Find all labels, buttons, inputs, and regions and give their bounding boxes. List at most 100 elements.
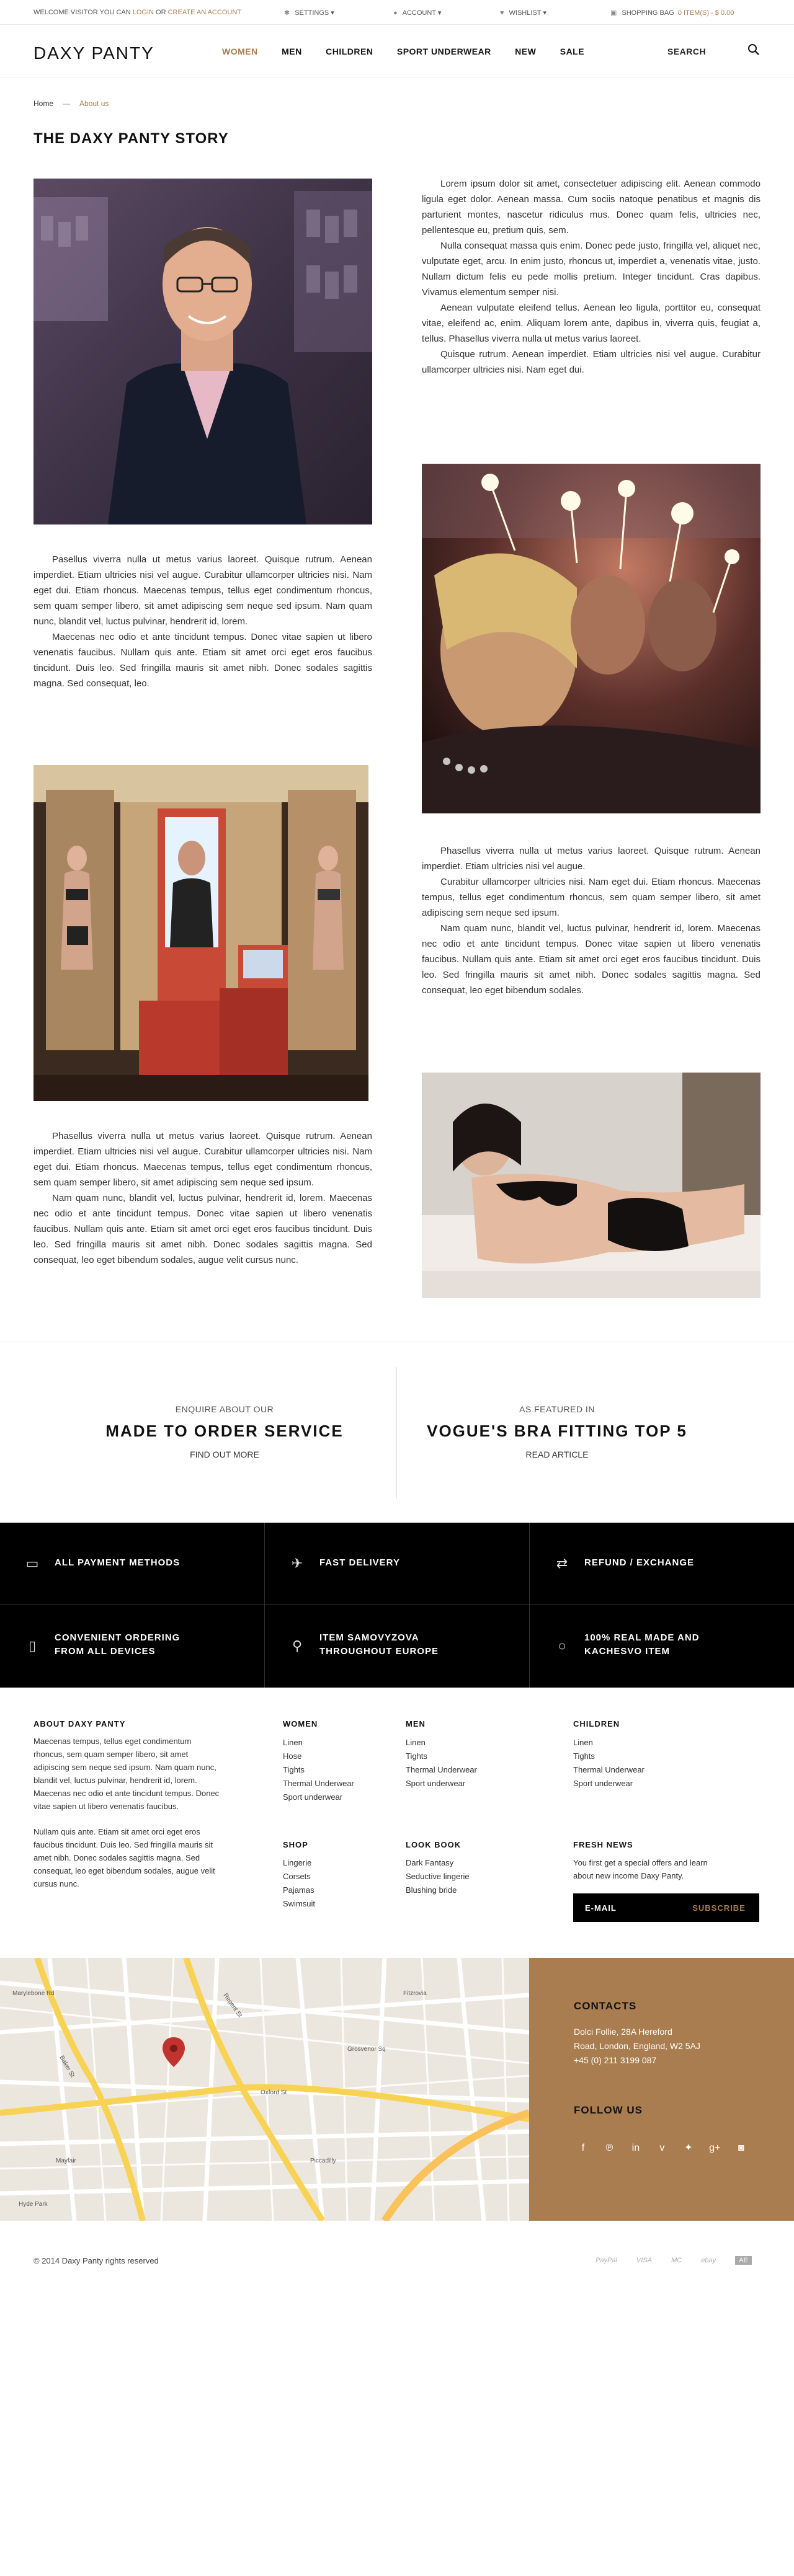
footer-link[interactable]: Pajamas	[283, 1883, 315, 1897]
pinterest-icon[interactable]: ℗	[600, 2143, 618, 2154]
feature-quality: ○ 100% REAL MADE AND KACHESVO ITEM	[530, 1605, 794, 1688]
feature-label: CONVENIENT ORDERING FROM ALL DEVICES	[55, 1631, 241, 1658]
vimeo-icon[interactable]: v	[653, 2143, 671, 2154]
feature-label: REFUND / EXCHANGE	[584, 1557, 695, 1568]
footer-link[interactable]: Dark Fantasy	[406, 1856, 470, 1870]
lookbook-title: LOOK BOOK	[406, 1840, 462, 1849]
nav-sale[interactable]: SALE	[560, 46, 584, 56]
nav-sport-underwear[interactable]: SPORT UNDERWEAR	[397, 46, 491, 56]
logo[interactable]: DAXY PANTY	[33, 43, 154, 63]
promo-divider	[396, 1367, 397, 1498]
search-icon[interactable]	[747, 43, 761, 56]
feature-label-line: 100% REAL MADE AND	[584, 1632, 700, 1643]
story-paragraph: Phasellus viverra nulla ut metus varius …	[422, 846, 761, 872]
footer-link[interactable]: Tights	[283, 1763, 354, 1777]
footer-link[interactable]: Linen	[573, 1736, 645, 1750]
top-bar: WELCOME VISITOR YOU CAN LOGIN OR CREATE …	[0, 0, 794, 25]
instagram-icon[interactable]: ◙	[732, 2143, 751, 2154]
page-title: THE DAXY PANTY STORY	[33, 130, 229, 147]
footer-link[interactable]: Thermal Underwear	[283, 1777, 354, 1790]
promo-made-to-order: ENQUIRE ABOUT OUR MADE TO ORDER SERVICE …	[69, 1404, 380, 1461]
footer-link[interactable]: Swimsuit	[283, 1897, 315, 1911]
footer-link[interactable]: Lingerie	[283, 1856, 315, 1870]
subscribe-button[interactable]: SUBSCRIBE	[679, 1893, 759, 1922]
contacts-panel: CONTACTS Dolci Follie, 28A Hereford Road…	[529, 1958, 794, 2221]
shop-links: Lingerie Corsets Pajamas Swimsuit	[283, 1856, 315, 1911]
nav-women[interactable]: WOMEN	[222, 46, 258, 56]
footer-link[interactable]: Seductive lingerie	[406, 1870, 470, 1883]
story-text-1: Lorem ipsum dolor sit amet, consectetuer…	[422, 176, 761, 378]
facebook-icon[interactable]: f	[574, 2143, 592, 2154]
twitter-icon[interactable]: ✦	[679, 2141, 698, 2154]
women-links: Linen Hose Tights Thermal Underwear Spor…	[283, 1736, 354, 1804]
map-label: Marylebone Rd	[12, 1990, 55, 1997]
airplane-icon: ✈	[291, 1556, 303, 1571]
footer-link[interactable]: Sport underwear	[283, 1790, 354, 1804]
promo-vogue: AS FEATURED IN VOGUE'S BRA FITTING TOP 5…	[402, 1404, 712, 1461]
footer-link[interactable]: Corsets	[283, 1870, 315, 1883]
header: DAXY PANTY WOMEN MEN CHILDREN SPORT UNDE…	[0, 25, 794, 77]
footer-link[interactable]: Linen	[283, 1736, 354, 1750]
bottom-bar: © 2014 Daxy Panty rights reserved PayPal…	[0, 2221, 794, 2295]
footer-link[interactable]: Thermal Underwear	[406, 1763, 477, 1777]
footer-link[interactable]: Tights	[573, 1750, 645, 1763]
nav-new[interactable]: NEW	[515, 46, 536, 56]
bag-icon: ▣	[610, 9, 617, 17]
footer-link[interactable]: Sport underwear	[406, 1777, 477, 1790]
ebay-logo: ebay	[701, 2257, 716, 2264]
credit-card-icon: ▭	[25, 1556, 39, 1571]
breadcrumb-current: About us	[79, 99, 109, 108]
find-out-more-link[interactable]: FIND OUT MORE	[190, 1450, 259, 1459]
children-title: CHILDREN	[573, 1719, 620, 1728]
feature-refund: ⇄ REFUND / EXCHANGE	[530, 1523, 794, 1605]
story-paragraph: Nulla consequat massa quis enim. Donec p…	[422, 241, 761, 298]
promo-heading: MADE TO ORDER SERVICE	[105, 1422, 344, 1440]
story-paragraph: Aenean vulputate eleifend tellus. Aenean…	[422, 303, 761, 344]
create-account-link[interactable]: CREATE AN ACCOUNT	[168, 9, 241, 16]
social-links: f ℗ in v ✦ g+ ◙	[574, 2141, 756, 2154]
bag-total: 0 ITEM(S) - $ 0.00	[677, 9, 734, 17]
footer-link[interactable]: Blushing bride	[406, 1883, 470, 1897]
linkedin-icon[interactable]: in	[627, 2143, 645, 2154]
feature-label-line: KACHESVO ITEM	[584, 1646, 671, 1657]
follow-title: FOLLOW US	[574, 2104, 643, 2116]
nav-men[interactable]: MEN	[282, 46, 302, 56]
account-menu[interactable]: ● ACCOUNT ▾	[393, 9, 441, 17]
shop-title: SHOP	[283, 1840, 308, 1849]
contacts-title: CONTACTS	[574, 2000, 637, 2012]
promo-small-text: AS FEATURED IN	[519, 1404, 595, 1414]
features-grid: ▭ ALL PAYMENT METHODS ✈ FAST DELIVERY ⇄ …	[0, 1523, 794, 1688]
location-map[interactable]: Marylebone Rd Baker St Oxford St Regent …	[0, 1958, 529, 2221]
story-paragraph: Nam quam nunc, blandit vel, luctus pulvi…	[33, 1193, 372, 1265]
story-paragraph: Pasellus viverra nulla ut metus varius l…	[33, 554, 372, 627]
footer-link[interactable]: Linen	[406, 1736, 477, 1750]
men-title: MEN	[406, 1719, 426, 1728]
wishlist-menu[interactable]: ♥ WISHLIST ▾	[500, 9, 546, 17]
feature-label-line: CONVENIENT ORDERING	[55, 1632, 181, 1643]
amex-logo: AE	[735, 2256, 752, 2265]
map-label: Mayfair	[56, 2158, 76, 2164]
google-plus-icon[interactable]: g+	[705, 2143, 724, 2154]
photo-party	[422, 464, 761, 813]
map-label: Oxford St	[261, 2089, 287, 2096]
feature-delivery: ✈ FAST DELIVERY	[265, 1523, 530, 1605]
news-title: FRESH NEWS	[573, 1840, 633, 1849]
gear-icon: ✱	[284, 9, 290, 17]
footer-link[interactable]: Sport underwear	[573, 1777, 645, 1790]
address-line: Dolci Follie, 28A Hereford	[574, 2027, 672, 2037]
breadcrumb-home[interactable]: Home	[33, 99, 53, 108]
nav-children[interactable]: CHILDREN	[326, 46, 373, 56]
search-label[interactable]: SEARCH	[667, 46, 706, 56]
footer-link[interactable]: Thermal Underwear	[573, 1763, 645, 1777]
settings-menu[interactable]: ✱ SETTINGS ▾	[284, 9, 334, 17]
login-link[interactable]: LOGIN	[133, 9, 154, 16]
email-input[interactable]	[573, 1893, 679, 1922]
footer-link[interactable]: Hose	[283, 1750, 354, 1763]
read-article-link[interactable]: READ ARTICLE	[526, 1450, 589, 1459]
visa-logo: VISA	[636, 2257, 652, 2264]
feature-label: ITEM SAMOVYZOVA THROUGHOUT EUROPE	[319, 1631, 506, 1658]
about-paragraph: Nullam quis ante. Etiam sit amet orci eg…	[33, 1827, 215, 1888]
contact-address: Dolci Follie, 28A Hereford Road, London,…	[574, 2025, 700, 2068]
footer-link[interactable]: Tights	[406, 1750, 477, 1763]
shopping-bag[interactable]: ▣ SHOPPING BAG 0 ITEM(S) - $ 0.00	[610, 9, 734, 17]
